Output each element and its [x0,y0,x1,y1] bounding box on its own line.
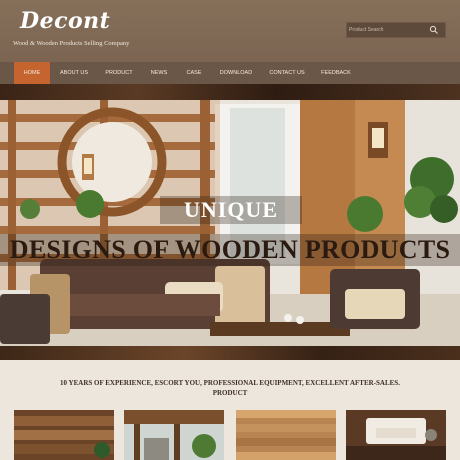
section-title-product: PRODUCT [212,389,248,397]
experience-tagline: 10 YEARS OF EXPERIENCE, ESCORT YOU, PROF… [60,379,400,387]
hero-title: UNIQUE [183,197,278,222]
nav-item-case[interactable]: CASE [184,62,204,84]
hero-subtitle: DESIGNS OF WOODEN PRODUCTS [9,235,451,264]
search-icon[interactable] [429,25,439,35]
wood-furniture-image [346,410,446,460]
wood-planks-image [14,410,114,460]
search-box [346,22,446,38]
nav-item-feedback[interactable]: FEEDBACK [318,62,354,84]
site-logo[interactable]: Decont [20,8,110,34]
product-thumbnail[interactable] [346,410,446,460]
search-input[interactable] [349,24,429,36]
nav-item-contact-us[interactable]: CONTACT US [268,62,306,84]
hero-banner: UNIQUE DESIGNS OF WOODEN PRODUCTS [0,84,460,360]
wood-stack-image [236,410,336,460]
nav-item-download[interactable]: DOWNLOAD [218,62,254,84]
wood-border-bottom [0,346,460,360]
product-thumbnail[interactable] [236,410,336,460]
nav-item-news[interactable]: NEWS [148,62,170,84]
main-nav: HOME ABOUT US PRODUCT NEWS CASE DOWNLOAD… [0,62,460,84]
nav-item-about-us[interactable]: ABOUT US [58,62,90,84]
product-thumbnail[interactable] [124,410,224,460]
nav-item-product[interactable]: PRODUCT [104,62,134,84]
wood-border-top [0,84,460,100]
wooden-pergola-image [124,410,224,460]
header: Decont Wood & Wooden Products Selling Co… [0,0,460,62]
site-tagline: Wood & Wooden Products Selling Company [13,40,130,47]
product-thumbnail[interactable] [14,410,114,460]
nav-item-home[interactable]: HOME [14,62,50,84]
